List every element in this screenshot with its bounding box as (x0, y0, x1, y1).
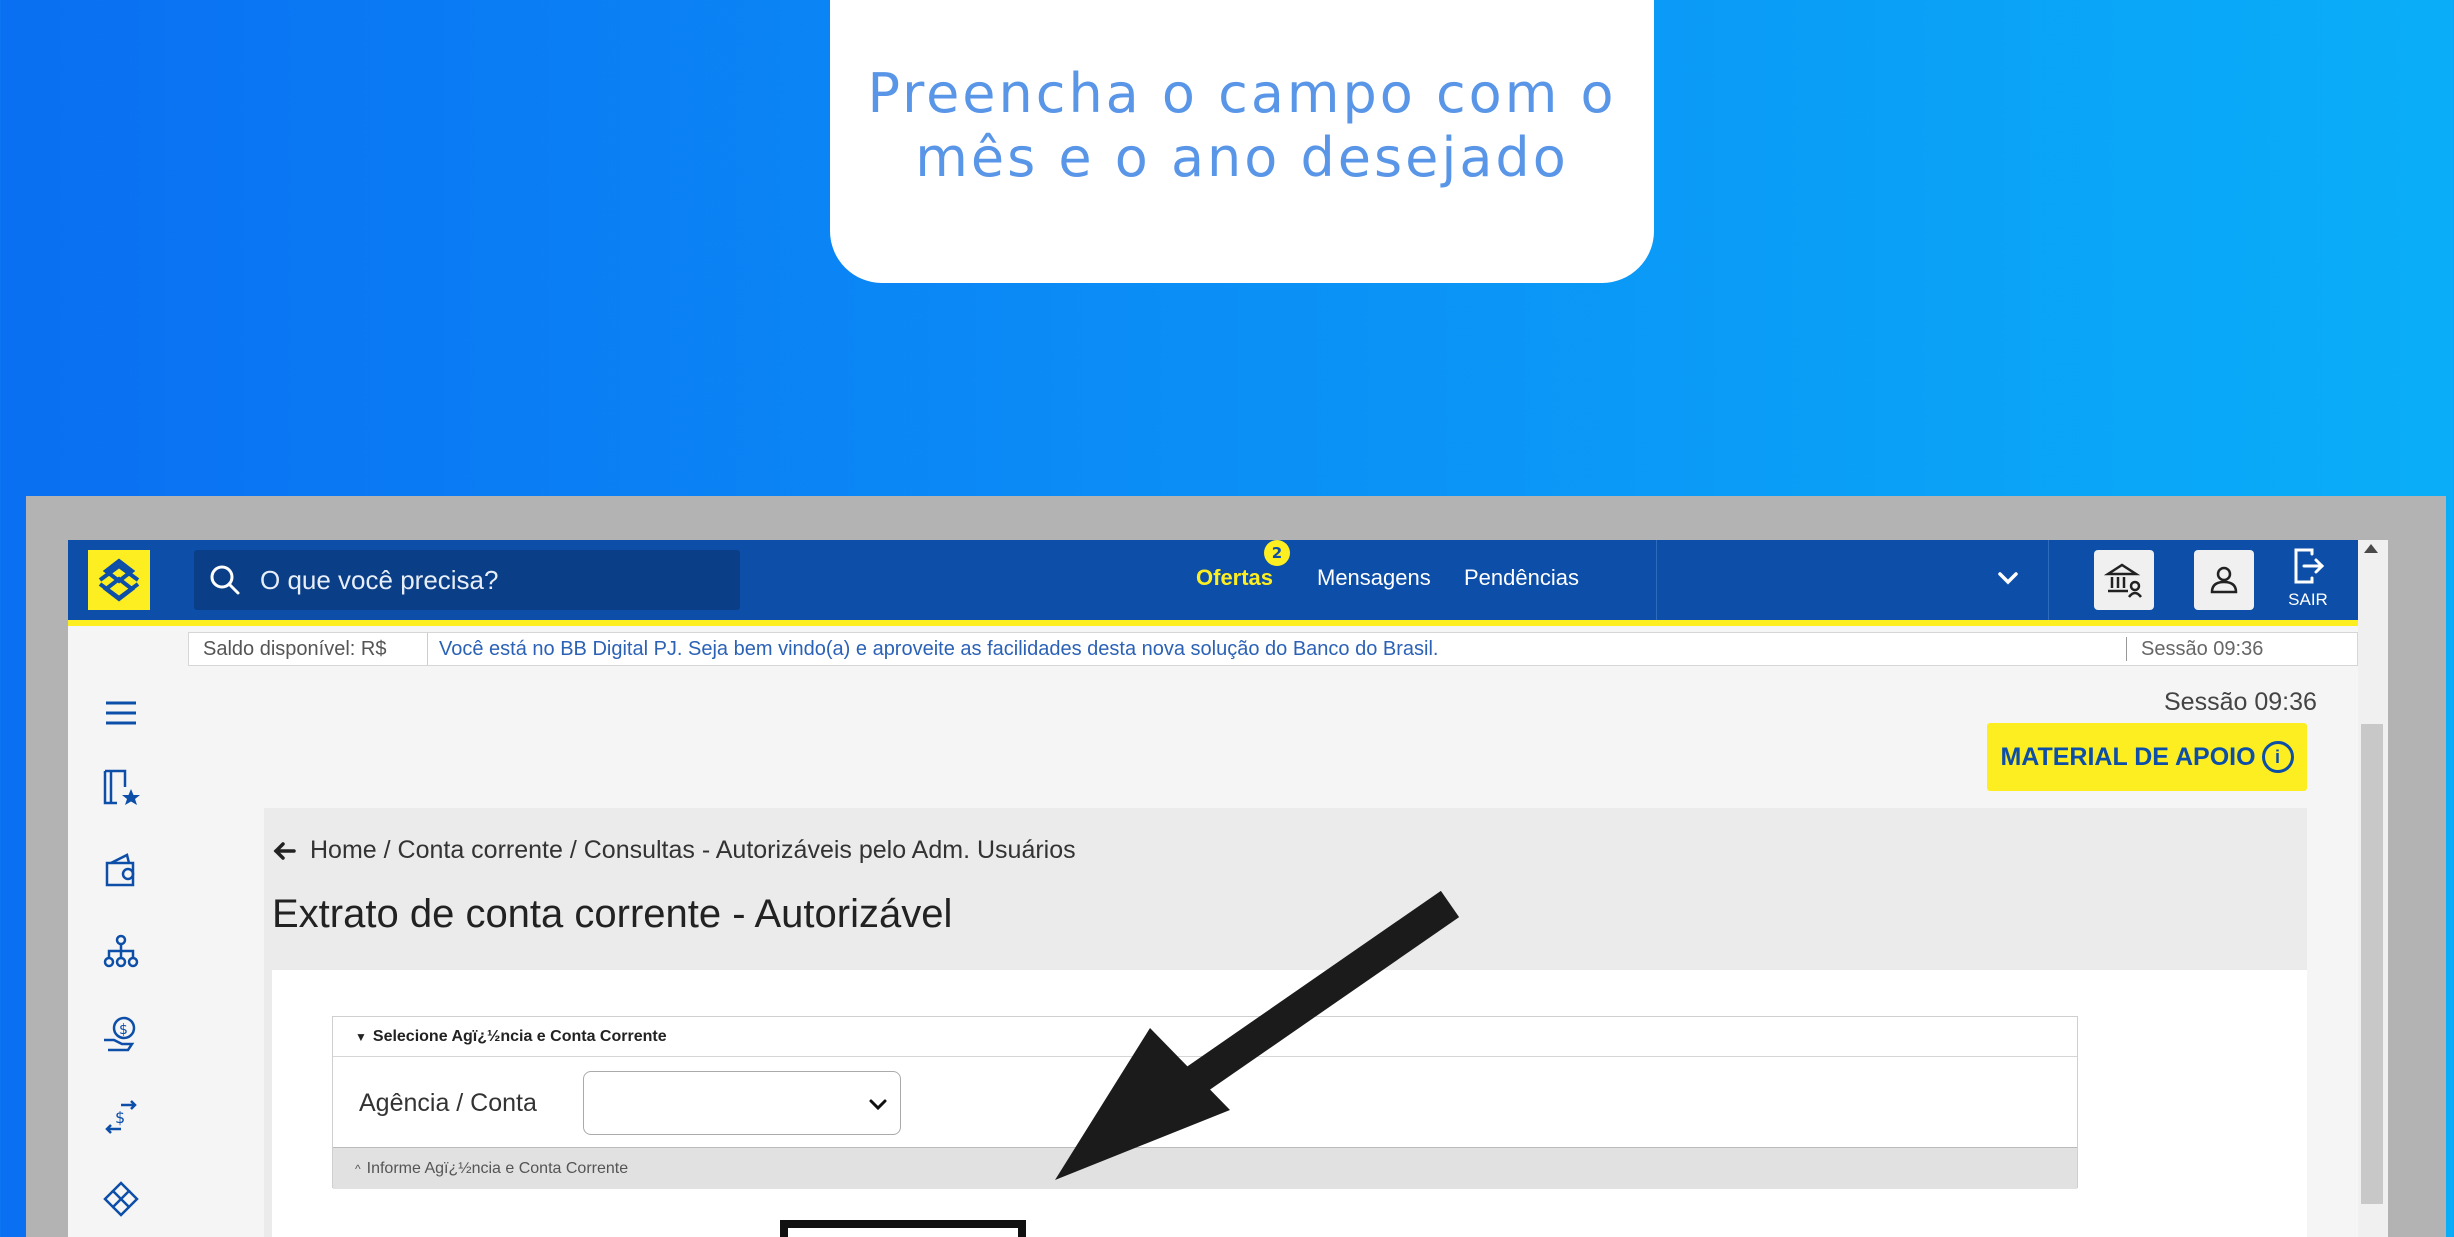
wallet-icon[interactable] (98, 848, 144, 894)
breadcrumb-path[interactable]: Home / Conta corrente / Consultas - Auto… (310, 836, 1076, 865)
section-header-label: Selecione Agï¿½ncia e Conta Corrente (372, 1028, 667, 1045)
nav-mensagens[interactable]: Mensagens (1317, 565, 1431, 591)
nav-pendencias[interactable]: Pendências (1464, 565, 1579, 591)
highlighted-input-box (780, 1220, 1026, 1237)
agencia-conta-label: Agência / Conta (359, 1089, 537, 1117)
search-icon (210, 565, 240, 595)
instruction-line-2: mês e o ano desejado (915, 126, 1569, 189)
page-title: Extrato de conta corrente - Autorizável (272, 892, 953, 936)
bb-digital-screen: O que você precisa? 2 Ofertas Mensagens … (68, 540, 2388, 1237)
payments-icon[interactable]: $ (98, 1012, 144, 1058)
scroll-up-arrow-icon[interactable] (2364, 544, 2378, 553)
search-bar[interactable]: O que você precisa? (194, 550, 740, 610)
account-section: ▼ Selecione Agï¿½ncia e Conta Corrente Ag… (332, 1016, 2078, 1189)
svg-text:$: $ (119, 1022, 128, 1038)
info-divider (2126, 637, 2127, 661)
search-input[interactable]: O que você precisa? (260, 565, 498, 596)
topbar-divider (2048, 540, 2049, 620)
material-de-apoio-button[interactable]: MATERIAL DE APOIO i (1987, 723, 2307, 791)
caret-down-icon: ▼ (355, 1030, 367, 1044)
hierarchy-icon[interactable] (98, 930, 144, 976)
bank-agency-button[interactable] (2094, 550, 2154, 610)
section-footer-label: Informe Agï¿½ncia e Conta Corrente (366, 1160, 629, 1177)
logout-button[interactable]: SAIR (2278, 546, 2338, 610)
caret-up-icon: ^ (355, 1162, 361, 1176)
session-timer-main: Sessão 09:36 (2164, 688, 2317, 716)
topbar-divider (1656, 540, 1657, 620)
breadcrumb: Home / Conta corrente / Consultas - Auto… (272, 836, 1076, 865)
exit-icon (2294, 548, 2325, 584)
agencia-conta-select[interactable] (583, 1071, 901, 1135)
session-timer: Sessão 09:36 (2141, 638, 2264, 660)
material-de-apoio-label: MATERIAL DE APOIO (2000, 742, 2256, 771)
info-divider (427, 633, 428, 665)
bb-logo-icon[interactable] (88, 550, 150, 610)
ofertas-badge: 2 (1264, 540, 1290, 566)
nav-ofertas[interactable]: Ofertas (1196, 565, 1273, 591)
back-arrow-icon[interactable] (272, 841, 296, 861)
favorites-icon[interactable] (98, 766, 144, 812)
diamond-icon[interactable] (98, 1176, 144, 1222)
chevron-down-icon[interactable] (1992, 562, 2024, 594)
scrollbar-thumb[interactable] (2361, 724, 2383, 1204)
welcome-message: Você está no BB Digital PJ. Seja bem vin… (439, 638, 1439, 660)
chevron-down-icon (869, 1099, 887, 1111)
user-icon (2210, 566, 2238, 594)
info-icon: i (2261, 741, 2294, 773)
account-section-footer[interactable]: ^ Informe Agï¿½ncia e Conta Corrente (333, 1147, 2077, 1189)
menu-icon[interactable] (98, 690, 144, 736)
logout-label: SAIR (2288, 590, 2328, 609)
transfer-icon[interactable]: $ (98, 1094, 144, 1140)
instruction-text: Preencha o campo com o mês e o ano desej… (830, 62, 1654, 190)
bank-agency-icon (2104, 563, 2142, 598)
svg-text:$: $ (115, 1108, 125, 1127)
user-profile-button[interactable] (2194, 550, 2254, 610)
info-bar: Saldo disponível: R$ Você está no BB Dig… (188, 632, 2358, 666)
saldo-label: Saldo disponível: R$ (203, 638, 387, 660)
top-bar: O que você precisa? 2 Ofertas Mensagens … (68, 540, 2388, 626)
account-section-header[interactable]: ▼ Selecione Agï¿½ncia e Conta Corrente (333, 1017, 2077, 1057)
instruction-line-1: Preencha o campo com o (867, 62, 1617, 125)
